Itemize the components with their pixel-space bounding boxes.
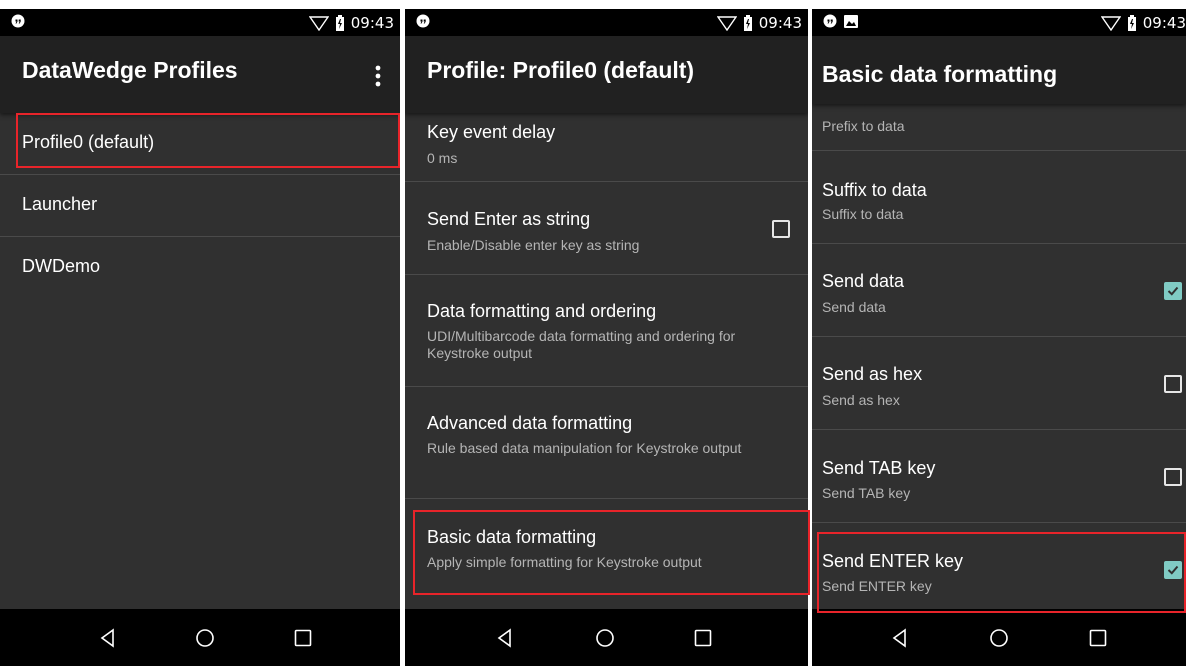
notification-icon	[823, 14, 837, 28]
highlight-basic-data-formatting	[413, 510, 810, 595]
list-item-label: Launcher	[22, 194, 98, 214]
pref-title: Advanced data formatting	[427, 413, 633, 433]
highlight-send-enter-key	[817, 532, 1186, 613]
clock: 09:43	[350, 13, 394, 32]
list-item-launcher[interactable]: Launcher	[0, 175, 400, 237]
page-title: Basic data formatting	[822, 61, 1058, 87]
checkbox-icon[interactable]	[1164, 375, 1182, 393]
home-icon[interactable]	[987, 626, 1011, 650]
navigation-bar	[812, 609, 1186, 666]
pref-title: Send data	[822, 271, 905, 291]
pref-prefix-to-data[interactable]: Prefix to data	[812, 104, 1186, 151]
navigation-bar	[405, 609, 808, 666]
profile-list: Profile0 (default) Launcher DWDemo	[0, 113, 400, 609]
overflow-menu-icon[interactable]	[370, 62, 386, 90]
checkbox-icon[interactable]	[1164, 282, 1182, 300]
pref-key-event-delay[interactable]: Key event delay 0 ms	[405, 113, 808, 182]
list-item-dwdemo[interactable]: DWDemo	[0, 237, 400, 298]
pref-summary: Suffix to data	[822, 206, 904, 222]
pref-title: Send TAB key	[822, 458, 936, 478]
battery-icon	[335, 14, 344, 31]
back-icon[interactable]	[493, 626, 517, 650]
app-bar: Basic data formatting	[812, 36, 1186, 104]
pref-title: Key event delay	[427, 122, 556, 142]
pref-title: Send Enter as string	[427, 209, 591, 229]
home-icon[interactable]	[593, 626, 617, 650]
clock: 09:43	[758, 13, 802, 32]
pref-send-as-hex[interactable]: Send as hex Send as hex	[812, 337, 1186, 430]
status-bar: 09:43	[405, 9, 808, 36]
wifi-icon	[716, 15, 737, 31]
back-icon[interactable]	[888, 626, 912, 650]
checkbox-icon[interactable]	[772, 220, 790, 238]
pref-send-tab-key[interactable]: Send TAB key Send TAB key	[812, 430, 1186, 523]
pref-title: Suffix to data	[822, 180, 927, 200]
page-title: Profile: Profile0 (default)	[427, 57, 695, 83]
pref-data-formatting-ordering[interactable]: Data formatting and ordering UDI/Multiba…	[405, 275, 808, 387]
wifi-icon	[1100, 15, 1121, 31]
pref-title: Data formatting and ordering	[427, 301, 657, 321]
navigation-bar	[0, 609, 400, 666]
pref-send-data[interactable]: Send data Send data	[812, 244, 1186, 337]
page-title: DataWedge Profiles	[22, 57, 238, 83]
pref-summary: Prefix to data	[822, 118, 905, 134]
home-icon[interactable]	[193, 626, 217, 650]
pref-summary: Enable/Disable enter key as string	[427, 237, 640, 253]
notification-icon	[416, 14, 430, 28]
status-bar: 09:43	[812, 9, 1186, 36]
image-icon	[844, 15, 858, 28]
pref-summary: Send TAB key	[822, 485, 911, 501]
pref-send-enter-as-string[interactable]: Send Enter as string Enable/Disable ente…	[405, 182, 808, 275]
battery-icon	[743, 14, 752, 31]
checkbox-icon[interactable]	[1164, 468, 1182, 486]
battery-icon	[1127, 14, 1136, 31]
recents-icon[interactable]	[691, 626, 715, 650]
wifi-icon	[308, 15, 329, 31]
screen-datawedge-profiles: 09:43 DataWedge Profiles Profile0 (defau…	[0, 9, 400, 666]
recents-icon[interactable]	[291, 626, 315, 650]
pref-advanced-data-formatting[interactable]: Advanced data formatting Rule based data…	[405, 387, 808, 499]
pref-summary: UDI/Multibarcode data formatting and ord…	[427, 328, 736, 361]
pref-summary: Send as hex	[822, 392, 900, 408]
back-icon[interactable]	[96, 626, 120, 650]
pref-suffix-to-data[interactable]: Suffix to data Suffix to data	[812, 151, 1186, 244]
pref-summary: 0 ms	[427, 150, 458, 166]
pref-summary: Rule based data manipulation for Keystro…	[427, 440, 742, 456]
clock: 09:43	[1142, 13, 1186, 32]
recents-icon[interactable]	[1086, 626, 1110, 650]
status-bar: 09:43	[0, 9, 400, 36]
pref-summary: Send data	[822, 299, 886, 315]
highlight-profile0	[16, 113, 400, 168]
notification-icon	[11, 14, 25, 28]
app-bar: DataWedge Profiles	[0, 36, 400, 113]
pref-title: Send as hex	[822, 364, 923, 384]
list-item-label: DWDemo	[22, 256, 101, 276]
app-bar: Profile: Profile0 (default)	[405, 36, 808, 113]
